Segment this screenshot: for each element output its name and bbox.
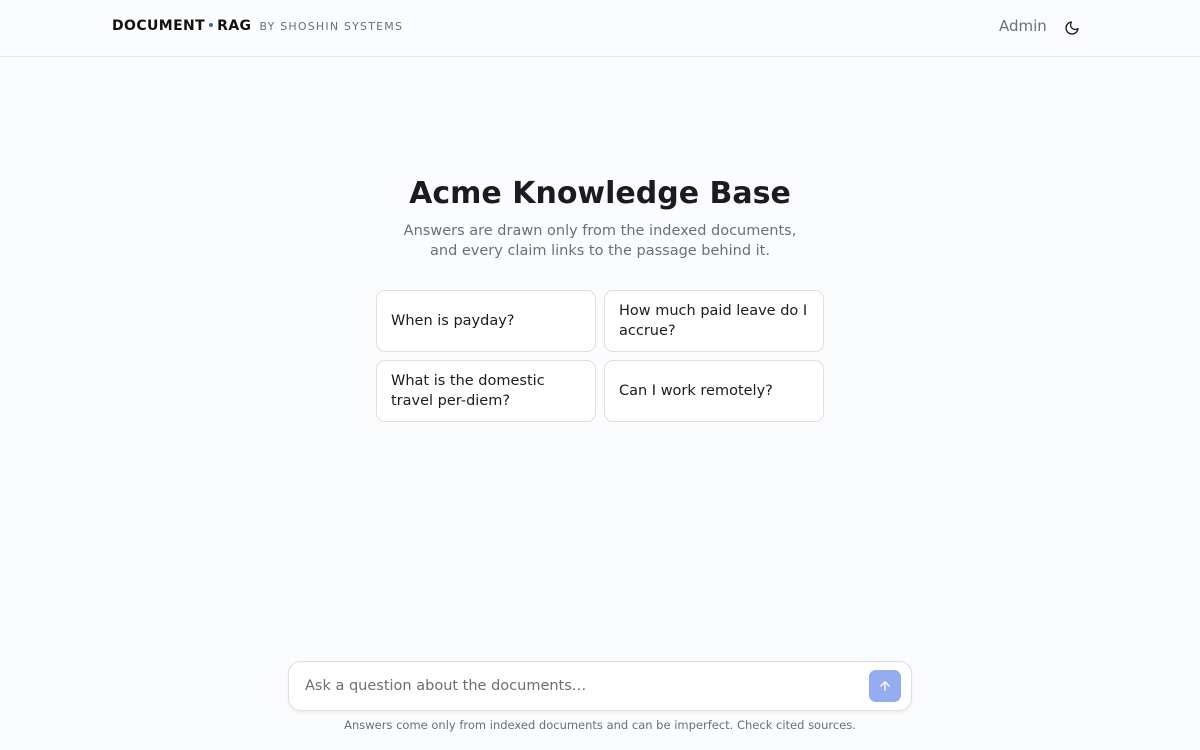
brand-byline: BY SHOSHIN SYSTEMS	[259, 20, 404, 33]
page-subtitle: Answers are drawn only from the indexed …	[0, 221, 1200, 261]
subtitle-line-1: Answers are drawn only from the indexed …	[403, 223, 797, 239]
brand-name-rag: RAG	[217, 18, 252, 34]
brand-logo[interactable]: DOCUMENT RAG BY SHOSHIN SYSTEMS	[112, 18, 403, 34]
question-input[interactable]	[305, 662, 865, 710]
theme-toggle-button[interactable]	[1060, 16, 1084, 40]
send-button[interactable]	[869, 670, 901, 702]
disclaimer-text: Answers come only from indexed documents…	[344, 718, 856, 732]
suggested-questions: When is payday? How much paid leave do I…	[376, 290, 824, 422]
brand-dot-icon	[209, 23, 214, 27]
suggestion-card-payday[interactable]: When is payday?	[376, 290, 596, 352]
suggestion-card-travel-per-diem[interactable]: What is the domestic travel per-diem?	[376, 360, 596, 422]
page-title: Acme Knowledge Base	[409, 176, 791, 211]
subtitle-line-2: and every claim links to the passage beh…	[430, 243, 770, 259]
suggestion-card-remote-work[interactable]: Can I work remotely?	[604, 360, 824, 422]
admin-link[interactable]: Admin	[999, 17, 1047, 35]
brand-name-document: DOCUMENT	[112, 18, 206, 34]
top-bar: DOCUMENT RAG BY SHOSHIN SYSTEMS Admin	[0, 0, 1200, 57]
moon-icon	[1065, 21, 1079, 35]
arrow-up-icon	[880, 681, 890, 691]
question-composer	[288, 661, 912, 711]
suggestion-card-paid-leave[interactable]: How much paid leave do I accrue?	[604, 290, 824, 352]
